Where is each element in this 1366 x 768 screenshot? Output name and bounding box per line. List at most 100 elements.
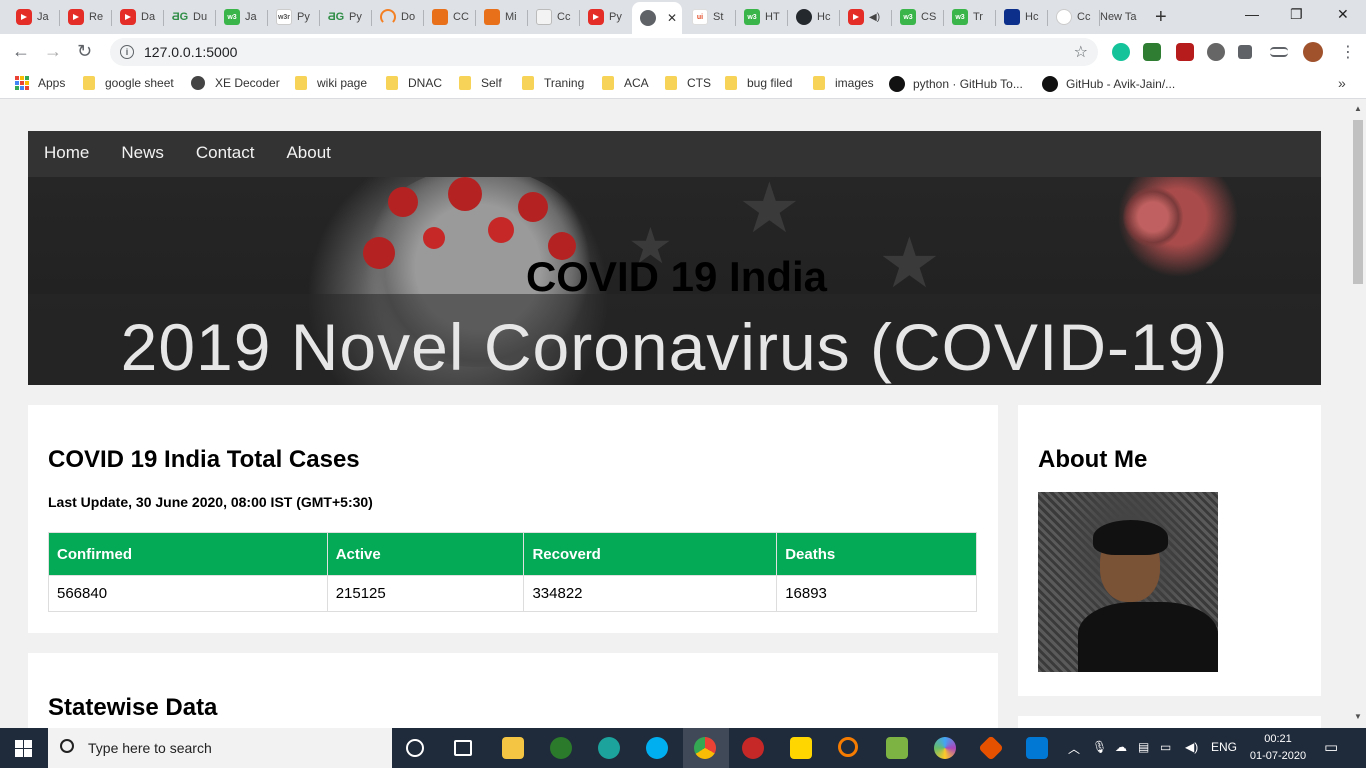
back-arrow-icon[interactable]: ← xyxy=(12,41,30,62)
browser-tab[interactable]: ◀) xyxy=(840,4,892,30)
browser-tab[interactable]: Hc xyxy=(788,4,840,30)
browser-tab[interactable]: Ja xyxy=(8,4,60,30)
browser-tab[interactable]: ƋG Du xyxy=(164,4,216,30)
microphone-icon[interactable]: 🎙 xyxy=(1092,740,1107,754)
browser-tab[interactable]: Do xyxy=(372,4,424,30)
browser-tab[interactable]: Re xyxy=(60,4,112,30)
recovered-value: 334822 xyxy=(523,575,778,612)
nav-home[interactable]: Home xyxy=(28,131,105,177)
printer-icon[interactable]: ▤ xyxy=(1138,740,1149,754)
browser-tab[interactable]: CC xyxy=(424,4,476,30)
bookmark-link[interactable]: XE Decoder xyxy=(191,76,280,90)
globe-app-icon[interactable] xyxy=(550,737,572,759)
task-view-icon[interactable] xyxy=(454,740,472,756)
grammarly-extension-icon[interactable] xyxy=(1112,43,1130,61)
nav-news[interactable]: News xyxy=(105,131,180,177)
book-icon xyxy=(484,9,500,25)
notepad-icon[interactable] xyxy=(886,737,908,759)
git-icon[interactable] xyxy=(978,735,1004,761)
bookmark-folder[interactable]: Traning xyxy=(522,76,584,90)
bookmark-folder[interactable]: google sheet xyxy=(83,76,174,90)
cube-icon xyxy=(536,9,552,25)
windows-start-icon[interactable] xyxy=(15,740,32,757)
banner-image-text: 2019 Novel Coronavirus (COVID-19) xyxy=(120,310,1229,384)
skype-icon[interactable] xyxy=(646,737,668,759)
browser-tab[interactable]: w3 CS xyxy=(892,4,944,30)
profile-avatar[interactable] xyxy=(1303,42,1323,62)
virus-spike xyxy=(388,187,418,217)
browser-tab[interactable]: Cc xyxy=(528,4,580,30)
notification-center-icon[interactable]: ▭ xyxy=(1324,738,1338,756)
browser-tab[interactable]: w3 HT xyxy=(736,4,788,30)
statewise-card: Statewise Data xyxy=(28,653,998,728)
vscode-icon[interactable] xyxy=(1026,737,1048,759)
taskbar-clock[interactable]: 00:21 01-07-2020 xyxy=(1248,731,1308,765)
browser-tab[interactable]: ƋG Py xyxy=(320,4,372,30)
browser-tab[interactable]: Hc xyxy=(996,4,1048,30)
file-explorer-icon[interactable] xyxy=(502,737,524,759)
taskbar-search[interactable]: Type here to search xyxy=(48,728,392,768)
scroll-up-arrow-icon[interactable]: ▲ xyxy=(1354,104,1362,113)
bookmark-folder[interactable]: ACA xyxy=(602,76,649,90)
browser-tab[interactable]: Da xyxy=(112,4,164,30)
active-value: 215125 xyxy=(326,575,525,612)
geeksforgeeks-icon: ƋG xyxy=(171,11,189,23)
more-bookmarks-chevron-icon[interactable]: » xyxy=(1338,75,1346,91)
page-scrollbar[interactable]: ▲ ▼ xyxy=(1350,100,1366,728)
minimize-icon[interactable]: — xyxy=(1245,6,1259,22)
maximize-icon[interactable]: ❐ xyxy=(1290,6,1303,23)
browser-tab[interactable]: w3 Ja xyxy=(216,4,268,30)
browser-tab-active[interactable]: ✕ xyxy=(632,2,682,34)
volume-icon[interactable]: ◀) xyxy=(1185,740,1198,754)
colorful-app-icon[interactable] xyxy=(934,737,956,759)
bookmark-folder[interactable]: wiki page xyxy=(295,76,367,90)
nav-contact[interactable]: Contact xyxy=(180,131,271,177)
scroll-thumb[interactable] xyxy=(1353,120,1363,284)
show-hidden-icons-icon[interactable]: ︿ xyxy=(1068,740,1080,757)
network-icon[interactable]: ▭ xyxy=(1160,740,1171,754)
bookmark-folder[interactable]: Self xyxy=(459,76,502,90)
nav-about[interactable]: About xyxy=(270,131,346,177)
reload-icon[interactable]: ↻ xyxy=(77,41,92,62)
youtube-icon xyxy=(588,9,604,25)
snail-app-icon[interactable] xyxy=(742,737,764,759)
new-tab-plus-icon[interactable]: + xyxy=(1155,6,1167,29)
language-indicator[interactable]: ENG xyxy=(1211,740,1237,754)
puzzle-extensions-icon[interactable] xyxy=(1238,45,1252,59)
address-bar[interactable]: i 127.0.0.1:5000 ☆ xyxy=(110,38,1098,66)
extension-icon[interactable] xyxy=(1143,43,1161,61)
header-active: Active xyxy=(326,532,525,576)
circle-extension-icon[interactable] xyxy=(1207,43,1225,61)
bookmark-folder[interactable]: bug filed xyxy=(725,76,792,90)
bookmark-folder[interactable]: CTS xyxy=(665,76,711,90)
onedrive-cloud-icon[interactable]: ☁ xyxy=(1115,740,1127,754)
scroll-down-arrow-icon[interactable]: ▼ xyxy=(1354,712,1362,721)
bookmark-link[interactable]: python · GitHub To... xyxy=(889,76,1023,92)
menu-kebab-icon[interactable]: ⋮ xyxy=(1340,42,1356,62)
sticky-notes-icon[interactable] xyxy=(790,737,812,759)
close-tab-icon[interactable]: ✕ xyxy=(667,11,677,25)
bookmark-apps[interactable]: Apps xyxy=(15,76,65,90)
jupyter-icon[interactable] xyxy=(838,737,858,757)
pdf-extension-icon[interactable] xyxy=(1176,43,1194,61)
app-icon[interactable] xyxy=(598,737,620,759)
chrome-icon[interactable] xyxy=(694,737,716,759)
close-window-icon[interactable]: ✕ xyxy=(1337,6,1349,23)
bookmark-folder[interactable]: images xyxy=(813,76,874,90)
bookmark-star-icon[interactable]: ☆ xyxy=(1074,42,1088,62)
media-list-icon[interactable] xyxy=(1270,47,1288,57)
browser-tab[interactable]: Mi xyxy=(476,4,528,30)
browser-tab[interactable]: New Ta xyxy=(1092,4,1158,30)
forward-arrow-icon[interactable]: → xyxy=(44,41,62,62)
browser-tab[interactable]: ui St xyxy=(684,4,736,30)
bookmark-folder[interactable]: DNAC xyxy=(386,76,442,90)
last-update-text: Last Update, 30 June 2020, 08:00 IST (GM… xyxy=(48,494,373,510)
github-icon xyxy=(1042,76,1058,92)
browser-tab[interactable]: w3r Py xyxy=(268,4,320,30)
cortana-icon[interactable] xyxy=(406,739,424,757)
browser-tab[interactable]: w3 Tr xyxy=(944,4,996,30)
bookmark-link[interactable]: GitHub - Avik-Jain/... xyxy=(1042,76,1175,92)
browser-tab[interactable]: Py xyxy=(580,4,632,30)
info-icon[interactable]: i xyxy=(120,45,134,59)
stackoverflow-icon xyxy=(380,9,396,25)
